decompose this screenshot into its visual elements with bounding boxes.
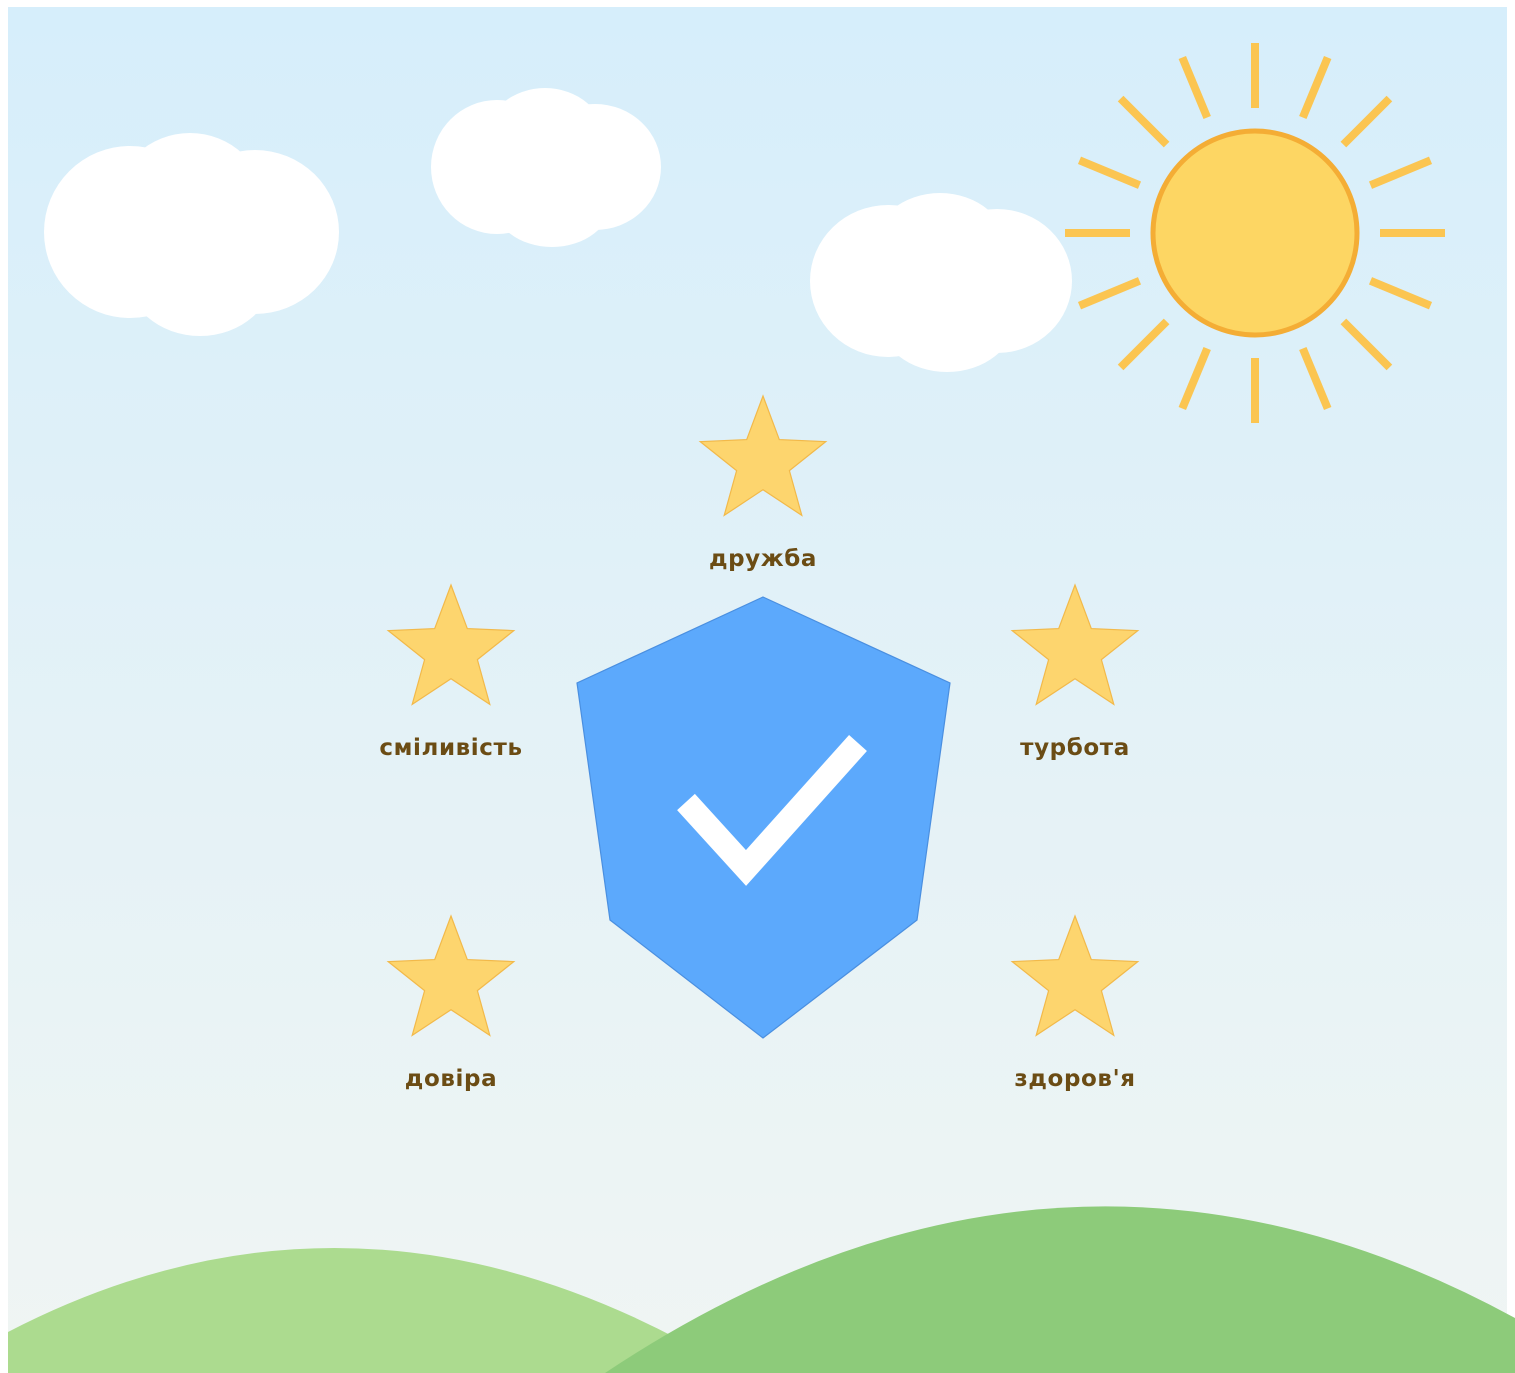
- value-label-care: турбота: [1020, 735, 1130, 761]
- illustration-canvas: дружба сміливість турбота довіра здоров'…: [8, 7, 1515, 1373]
- value-label-courage: сміливість: [379, 735, 522, 761]
- value-label-trust: довіра: [405, 1066, 497, 1092]
- sun-disc: [1150, 128, 1360, 338]
- value-label-health: здоров'я: [1014, 1066, 1135, 1092]
- value-label-friendship: дружба: [709, 546, 817, 572]
- sun-icon: [1065, 43, 1445, 423]
